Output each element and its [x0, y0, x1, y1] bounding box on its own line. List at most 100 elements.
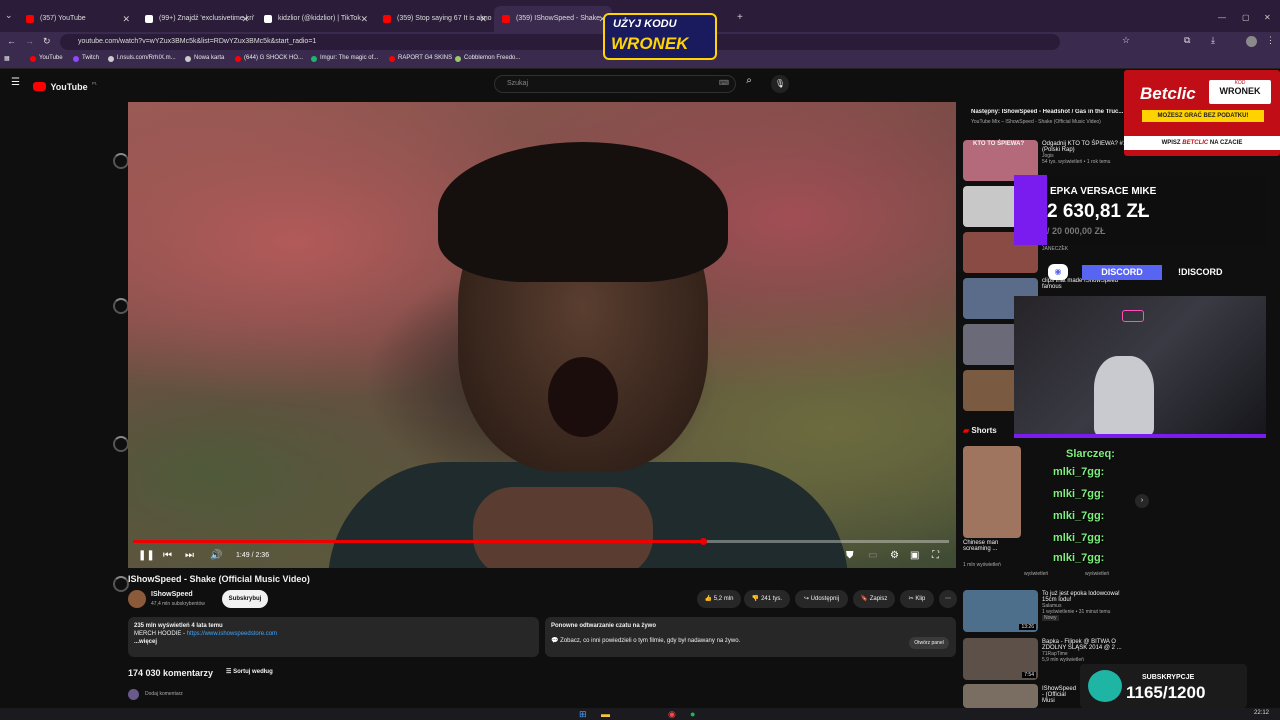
more-actions-button[interactable]: ⋯ — [939, 590, 957, 608]
hamburger-menu-icon[interactable]: ☰ — [11, 77, 20, 88]
recommended-item[interactable]: IShowSpeed - (Official Musi — [1042, 686, 1078, 704]
recommended-thumbnail[interactable]: 7:54 — [963, 638, 1038, 680]
short-title[interactable]: Chinese man screaming ... — [963, 540, 1018, 552]
open-panel-button[interactable]: Otwórz panel — [909, 637, 949, 649]
maximize-icon[interactable]: ▢ — [1242, 13, 1250, 22]
recommended-item[interactable]: Bapka - Filipek @ BITWA O ZDOLNY ŚLĄSK 2… — [1042, 639, 1127, 663]
recommended-thumbnail[interactable] — [963, 684, 1038, 708]
pause-icon[interactable]: ❚❚ — [138, 550, 155, 561]
channel-avatar[interactable] — [128, 590, 146, 608]
previous-icon[interactable]: ⏮ — [163, 550, 172, 561]
close-window-icon[interactable]: ✕ — [1264, 13, 1271, 22]
profile-avatar[interactable] — [1246, 36, 1257, 47]
fullscreen-icon[interactable]: ⛶ — [932, 550, 939, 561]
download-icon[interactable]: ⤓ — [1211, 35, 1215, 46]
forward-icon[interactable]: → — [25, 36, 34, 46]
url-text: youtube.com/watch?v=wYZux3BMc5k&list=RDw… — [78, 38, 317, 45]
add-comment-input[interactable]: Dodaj komentarz — [145, 691, 183, 697]
time-display: 1:49 / 2:36 — [236, 552, 270, 559]
dislike-button[interactable]: 👎 241 tys. — [744, 590, 790, 608]
recommended-thumbnail[interactable]: 13:26 — [963, 590, 1038, 632]
discord-badge: DISCORD — [1082, 265, 1162, 280]
chat-username: Slarczeq: — [1066, 448, 1115, 460]
save-button[interactable]: 🔖 Zapisz — [853, 590, 895, 608]
browser-tab-active[interactable]: (359) IShowSpeed - Shake✕ — [494, 6, 612, 32]
progress-scrubber[interactable] — [700, 538, 707, 545]
search-input[interactable]: Szukaj ⌨ — [494, 75, 736, 93]
subs-value: 1165/1200 — [1126, 683, 1206, 702]
browser-tab[interactable]: (357) YouTube ✕ — [18, 6, 136, 32]
extensions-icon[interactable]: ⧉ — [1184, 35, 1190, 46]
browser-tab[interactable]: (359) Stop saying 67 It is almo ✕ — [375, 6, 493, 32]
autoplay-toggle-icon[interactable]: ⛊ — [846, 550, 854, 561]
browser-tab[interactable]: (99+) Znajdź 'exclusivetime.kri' ✕ — [137, 6, 255, 32]
share-button[interactable]: ↪ Udostępnij — [795, 590, 848, 608]
search-button[interactable]: ⌕ — [738, 75, 760, 93]
windows-taskbar: ⊞ ▬ ◉ ● 22:12 — [0, 708, 1280, 720]
close-tab-icon[interactable]: ✕ — [360, 6, 368, 32]
spotify-icon[interactable]: ● — [690, 709, 695, 719]
bookmark-apps-icon[interactable]: ▦ — [4, 55, 10, 62]
youtube-logo-text: YouTube — [50, 81, 88, 92]
loading-spinner — [113, 298, 129, 314]
bookmark[interactable]: Cobblemon Freedo... — [455, 55, 520, 62]
webcam-person — [1094, 356, 1154, 436]
short-thumbnail[interactable] — [963, 446, 1021, 538]
browser-tab[interactable]: kidzlior (@kidzlior) | TikTok ✕ — [256, 6, 374, 32]
close-tab-icon[interactable]: ✕ — [122, 6, 130, 32]
video-title: IShowSpeed - Shake (Official Music Video… — [128, 574, 310, 584]
description-box[interactable]: 235 mln wyświetleń 4 lata temu MERCH HOO… — [128, 617, 539, 657]
bookmark[interactable]: Imgur: The magic of... — [311, 55, 378, 62]
chrome-icon[interactable]: ◉ — [668, 709, 676, 720]
new-badge: Nowy — [1042, 615, 1059, 621]
webcam-bar — [1014, 434, 1266, 438]
channel-name[interactable]: IShowSpeed — [151, 591, 193, 598]
bookmark[interactable]: Twitch — [73, 55, 99, 62]
close-tab-icon[interactable]: ✕ — [241, 6, 249, 32]
back-icon[interactable]: ← — [7, 36, 16, 46]
minimize-icon[interactable]: — — [1218, 13, 1226, 22]
subtitles-icon[interactable]: ▭ — [868, 550, 877, 561]
sort-comments-button[interactable]: ☰ Sortuj według — [226, 668, 273, 675]
bookmark-star-icon[interactable]: ☆ — [1122, 35, 1130, 46]
voice-search-icon[interactable]: 🎙 — [771, 75, 789, 93]
recommended-item[interactable]: To już jest epoka lodowcowa! 15cm lodu! S… — [1042, 591, 1127, 621]
goal-amount: 2 630,81 ZŁ — [1047, 201, 1150, 222]
merch-link[interactable]: https://www.ishowspeedstore.com — [187, 631, 277, 637]
subscribe-button[interactable]: Subskrybuj — [222, 590, 268, 608]
file-explorer-icon[interactable]: ▬ — [601, 709, 610, 719]
like-button[interactable]: 👍 5,2 mln — [697, 590, 741, 608]
browser-menu-icon[interactable]: ⋮ — [1266, 35, 1275, 46]
url-field[interactable]: youtube.com/watch?v=wYZux3BMc5k&list=RDw… — [60, 34, 1060, 50]
chat-username: mlki_7gg: — [1053, 466, 1105, 478]
clip-button[interactable]: ✂ Klip — [900, 590, 934, 608]
tab-label: (99+) Znajdź 'exclusivetime.kri' — [159, 15, 255, 22]
description-more[interactable]: ...więcej — [134, 639, 533, 645]
bookmark[interactable]: l.nsuls.com/RrhIX.m... — [108, 55, 176, 62]
volume-icon[interactable]: 🔊 — [210, 550, 222, 561]
bookmark[interactable]: (644) G SHOCK HO... — [235, 55, 303, 62]
new-tab-icon[interactable]: + — [737, 12, 743, 23]
progress-bar-played[interactable] — [133, 540, 703, 543]
youtube-region: PL — [92, 80, 97, 86]
tab-list-icon[interactable]: ⌄ — [5, 10, 13, 21]
next-icon[interactable]: ⏭ — [185, 550, 194, 561]
keyboard-icon[interactable]: ⌨ — [719, 76, 729, 92]
bookmark[interactable]: RAPORT G4 SKINS — [389, 55, 452, 62]
video-player[interactable]: ❚❚ ⏮ ⏭ 🔊 1:49 / 2:36 ⛊ ▭ ⚙ ▣ ⛶ — [128, 102, 956, 568]
settings-icon[interactable]: ⚙ — [890, 550, 899, 561]
bookmark[interactable]: YouTube — [30, 55, 63, 62]
youtube-logo[interactable]: YouTube PL — [33, 78, 97, 92]
share-icon: ↪ — [803, 596, 809, 602]
comments-count: 174 030 komentarzy — [128, 668, 214, 678]
betclic-logo: Betclic — [1140, 84, 1196, 103]
subscriber-count: 47,4 mln subskrybentów — [151, 601, 205, 607]
close-tab-icon[interactable]: ✕ — [479, 6, 487, 32]
description-meta: 235 mln wyświetleń 4 lata temu — [134, 623, 223, 629]
reload-icon[interactable]: ↻ — [43, 36, 51, 47]
progress-bar-remaining[interactable] — [703, 540, 949, 543]
miniplayer-icon[interactable]: ▣ — [910, 550, 919, 561]
recommended-item[interactable]: Odgadnij KTO TO ŚPIEWA? #1 (Polski Rap) J… — [1042, 141, 1127, 165]
windows-start-icon[interactable]: ⊞ — [579, 709, 587, 720]
bookmark[interactable]: Nowa karta — [185, 55, 224, 62]
